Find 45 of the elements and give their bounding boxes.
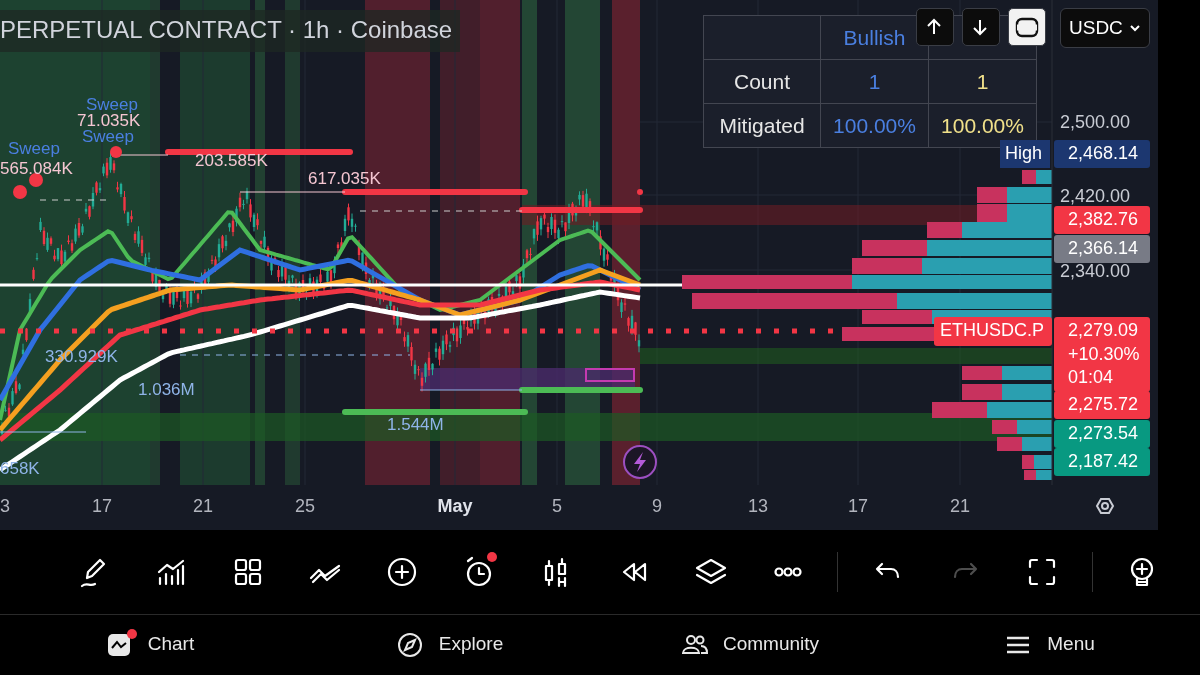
nav-tab[interactable]: Explore <box>300 629 600 660</box>
table-cell: 1 <box>976 69 989 93</box>
price-tag: 2,468.14 <box>1054 140 1150 168</box>
chart-label: 565.084K <box>0 160 73 177</box>
time-label: 3 <box>0 497 10 515</box>
chart-label: 71.035K <box>77 112 141 129</box>
time-label: 21 <box>193 497 213 515</box>
price-tag: 2,366.14 <box>1054 235 1150 263</box>
chart-label: 617.035K <box>308 170 381 187</box>
chart-label: 1.544M <box>387 416 444 433</box>
chart-label: Sweep <box>82 128 134 145</box>
price-tag: 2,187.42 <box>1054 448 1150 476</box>
axis-label: 2,340.00 <box>1060 262 1131 280</box>
time-label: 13 <box>748 497 768 515</box>
chart-label: 658K <box>0 460 40 477</box>
chart-label: Sweep <box>86 96 138 113</box>
nav-tab[interactable]: Chart <box>0 629 300 660</box>
time-label: May <box>437 497 473 515</box>
chart-label: 203.585K <box>195 152 268 169</box>
row-label: Mitigated <box>719 113 805 137</box>
time-label: 21 <box>950 497 970 515</box>
table-cell: 1 <box>868 69 881 93</box>
chart-title: PERPETUAL CONTRACT · 1h · Coinbase <box>0 10 461 52</box>
axis-label: 2,500.00 <box>1060 113 1131 131</box>
price-tag-label: High <box>1000 140 1050 168</box>
currency-select[interactable]: USDC <box>1060 8 1150 48</box>
time-label: 9 <box>652 497 662 515</box>
chart-label: Sweep <box>8 140 60 157</box>
symbol-tag: ETHUSDC.P <box>934 317 1052 346</box>
row-label: Count <box>733 69 790 93</box>
column-header: Bullish <box>843 25 906 49</box>
time-label: 17 <box>848 497 868 515</box>
time-label: 5 <box>552 497 562 515</box>
table-cell: 100.00% <box>941 113 1024 137</box>
table-cell: 100.00% <box>833 113 916 137</box>
price-tag: 2,279.09 +10.30% 01:04 <box>1054 317 1150 392</box>
nav-tab[interactable]: Menu <box>900 629 1200 660</box>
nav-tab[interactable]: Community <box>600 629 900 660</box>
price-tag: 2,275.72 <box>1054 391 1150 419</box>
axis-label: 2,420.00 <box>1060 187 1131 205</box>
time-label: 25 <box>295 497 315 515</box>
time-label: 17 <box>92 497 112 515</box>
chart-label: 1.036M <box>138 381 195 398</box>
price-tag: 2,382.76 <box>1054 206 1150 234</box>
price-tag: 2,273.54 <box>1054 420 1150 448</box>
